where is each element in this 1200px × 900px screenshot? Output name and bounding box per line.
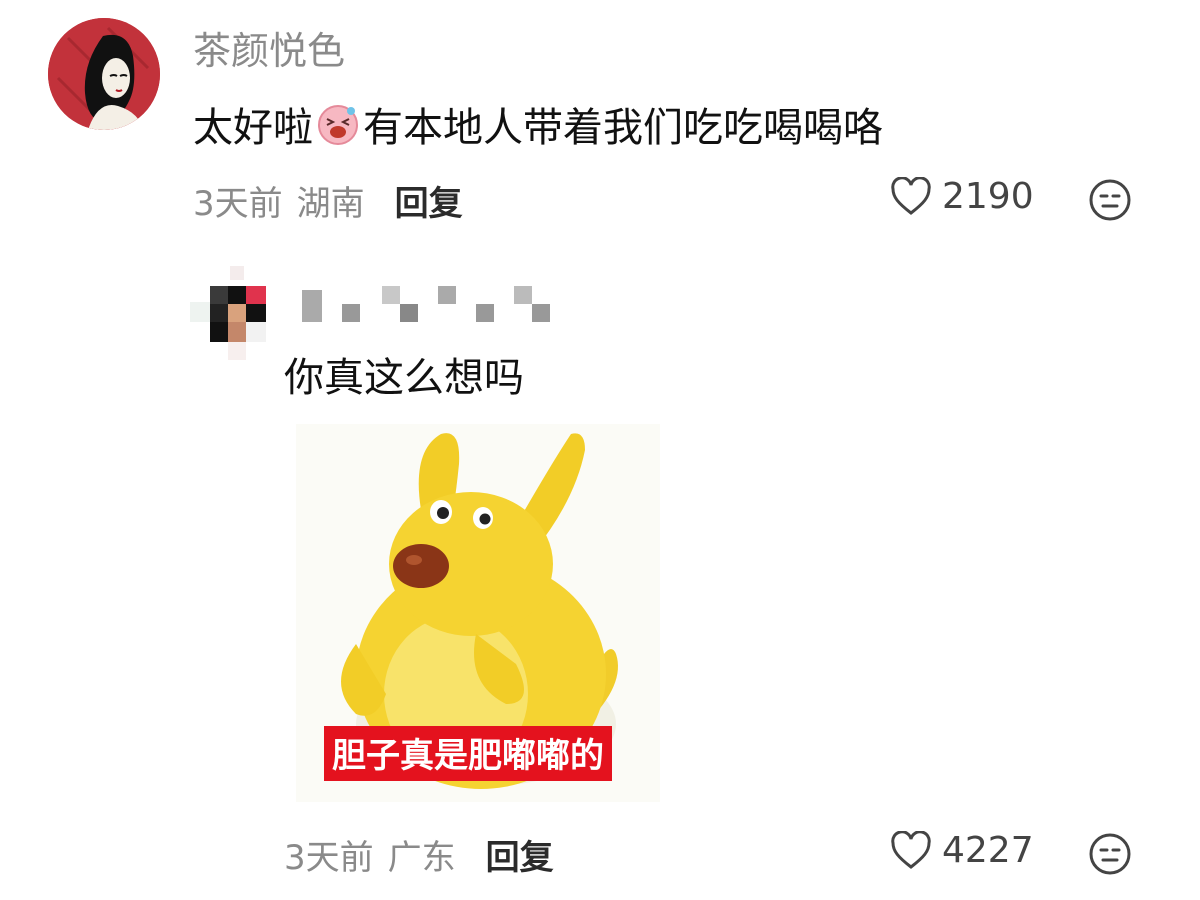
- neutral-face-icon[interactable]: [1088, 832, 1132, 876]
- like-count: 4227: [942, 830, 1034, 871]
- pig-laughing-emoji-icon: [315, 101, 361, 147]
- reply-button[interactable]: 回复: [395, 176, 463, 225]
- heart-icon: [891, 176, 931, 215]
- comment-meta: 3天前 广东 回复: [284, 830, 554, 879]
- comment-text-part: 太好啦: [193, 105, 313, 151]
- username-pixelated[interactable]: [300, 282, 560, 326]
- heart-icon: [891, 830, 931, 869]
- username[interactable]: 茶颜悦色: [193, 20, 345, 75]
- avatar[interactable]: [190, 266, 280, 360]
- like-button[interactable]: 2190: [890, 176, 1034, 217]
- avatar-illustration: [48, 18, 160, 130]
- avatar[interactable]: [48, 18, 160, 130]
- comment-location: 广东: [387, 838, 456, 878]
- reply-button[interactable]: 回复: [486, 830, 554, 879]
- comment-text-part: 有本地人带着我们吃吃喝喝咯: [363, 105, 883, 151]
- comment-time: 3天前: [284, 838, 374, 878]
- comment-location: 湖南: [296, 184, 365, 224]
- comment-time: 3天前: [193, 184, 283, 224]
- like-count: 2190: [942, 176, 1034, 217]
- like-button[interactable]: 4227: [890, 830, 1034, 871]
- comment-text: 太好啦 有本地人带着我们吃吃喝喝咯: [193, 95, 883, 153]
- comment-text: 你真这么想吗: [284, 355, 524, 401]
- neutral-face-icon[interactable]: [1088, 178, 1132, 222]
- sticker-image[interactable]: 胆子真是肥嘟嘟的: [296, 424, 660, 802]
- comment-meta: 3天前 湖南 回复: [193, 176, 463, 225]
- sticker-caption: 胆子真是肥嘟嘟的: [324, 726, 612, 781]
